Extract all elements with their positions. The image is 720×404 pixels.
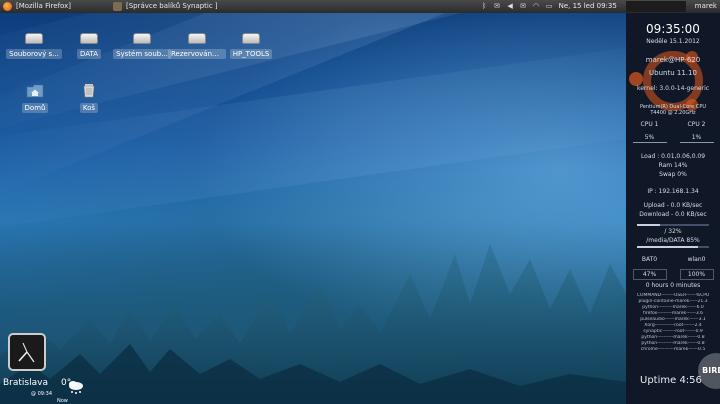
process-list: plugin-containe-marek-----21.3 python---… xyxy=(626,299,720,353)
cpu1-label: CPU 1 xyxy=(640,121,659,128)
drive-icon xyxy=(133,33,151,44)
disk-root-bar xyxy=(637,224,709,226)
panel-username[interactable]: marek xyxy=(695,0,717,13)
panel-clock[interactable]: Ne, 15 led 09:35 xyxy=(559,0,617,13)
home-folder-icon xyxy=(26,84,44,98)
conky-load: Load : 0.01,0.06,0.09 xyxy=(640,153,706,160)
conky-disk-root: / 32% xyxy=(664,228,682,235)
desktop-icon-label: Domů xyxy=(21,103,49,113)
snow-cloud-icon xyxy=(69,381,83,394)
conky-ram: Ram 14% xyxy=(658,162,688,169)
taskbar-item-label: [Mozilla Firefox] xyxy=(16,2,71,10)
desktop-icon-trash[interactable]: Koš xyxy=(60,82,118,117)
weather-updated-time: @ 09:34 xyxy=(31,391,52,397)
taskbar-item-label: [Správce balíků Synaptic ] xyxy=(125,2,218,10)
process-row: chrome----------marek------0.5 xyxy=(640,347,706,352)
battery-label: BAT0 xyxy=(641,256,658,263)
conky-cpu2: CPU 2 1% xyxy=(679,121,714,143)
conky-battery-time: 0 hours 0 minutes xyxy=(645,282,701,289)
conky-disk-data: /media/DATA 85% xyxy=(646,237,700,244)
desktop-icon-label: Souborový s... xyxy=(6,49,62,59)
conky-battery-wlan: BAT0 47% wlan0 100% xyxy=(626,256,720,280)
conky-time: 09:35:00 xyxy=(646,22,700,36)
conky-uptime: Uptime 4:56 xyxy=(640,375,702,386)
desktop-icon-label: Rezervováno ... xyxy=(168,49,226,59)
desktop-icon-home[interactable]: Domů xyxy=(6,82,64,117)
desktop-icon-souborovy-system[interactable]: Souborový s... xyxy=(5,29,63,63)
conky-ip: IP : 192.168.1.34 xyxy=(647,188,699,195)
wlan-value: 100% xyxy=(679,269,714,280)
drive-icon xyxy=(25,33,43,44)
conky-cpu-freq: T4400 @ 2.20GHz xyxy=(650,110,696,116)
battery-value: 47% xyxy=(632,269,667,280)
weather-condition: Now xyxy=(57,398,68,404)
disk-data-bar xyxy=(637,246,709,248)
desktop-icon-label: DATA xyxy=(76,49,102,59)
conky-cpu-grid: CPU 1 5% CPU 2 1% xyxy=(626,121,720,143)
desktop-icon-label: HP_TOOLS xyxy=(229,49,273,59)
battery-icon[interactable]: ▭ xyxy=(545,2,554,11)
bluetooth-icon[interactable]: ᛒ xyxy=(480,2,489,11)
conky-cpu1: CPU 1 5% xyxy=(632,121,667,143)
conky-battery: BAT0 47% xyxy=(632,256,667,280)
clock-hands-icon xyxy=(18,342,35,363)
taskbar-item-synaptic[interactable]: [Správce balíků Synaptic ] xyxy=(112,0,218,13)
conky-os: Ubuntu 11.10 xyxy=(649,69,697,77)
conky-date: Neděle 15.1.2012 xyxy=(646,38,700,45)
analog-clock-widget[interactable] xyxy=(8,333,46,371)
conky-wlan: wlan0 100% xyxy=(679,256,714,280)
firefox-icon xyxy=(3,2,12,11)
top-panel: [Mozilla Firefox] [Správce balíků Synapt… xyxy=(0,0,720,13)
panel-applet-area xyxy=(625,1,686,12)
taskbar-item-firefox[interactable]: [Mozilla Firefox] xyxy=(3,0,71,13)
desktop-icon-data[interactable]: DATA xyxy=(60,29,118,63)
drive-icon xyxy=(188,33,206,44)
trash-icon xyxy=(83,84,95,98)
cpu1-value: 5% xyxy=(632,134,667,143)
cpu2-value: 1% xyxy=(679,134,714,143)
messaging-icon[interactable]: ✉ xyxy=(519,2,528,11)
forest-silhouette xyxy=(0,244,626,404)
drive-icon xyxy=(242,33,260,44)
conky-download: Download - 0.0 KB/sec xyxy=(639,211,707,218)
desktop-icon-label: Systém soub... xyxy=(113,49,171,59)
wifi-icon[interactable]: ◠ xyxy=(532,2,541,11)
desktop-background: [Mozilla Firefox] [Správce balíků Synapt… xyxy=(0,0,720,404)
disk-root-bar-fill xyxy=(637,224,661,226)
synaptic-icon xyxy=(112,2,122,11)
mail-icon[interactable]: ✉ xyxy=(493,2,502,11)
weather-city: Bratislava xyxy=(3,378,48,388)
wlan-label: wlan0 xyxy=(687,256,706,263)
disk-data-bar-fill xyxy=(637,246,699,248)
desktop-icon-label: Koš xyxy=(79,103,99,113)
system-tray: ᛒ ✉ ◀ ✉ ◠ ▭ Ne, 15 led 09:35 marek xyxy=(478,0,720,13)
conky-host: marek@HP-620 xyxy=(645,56,701,64)
conky-upload: Upload - 0.0 KB/sec xyxy=(643,202,703,209)
desktop-icon-system-soubor[interactable]: Systém soub... xyxy=(113,29,171,63)
volume-icon[interactable]: ◀ xyxy=(506,2,515,11)
conky-system-monitor: 09:35:00 Neděle 15.1.2012 marek@HP-620 U… xyxy=(626,13,720,404)
conky-kernel: kernel: 3.0.0-14-generic xyxy=(636,85,710,92)
conky-swap: Swap 0% xyxy=(659,171,687,178)
cpu2-label: CPU 2 xyxy=(687,121,706,128)
desktop-icon-hp-tools[interactable]: HP_TOOLS xyxy=(222,29,280,63)
drive-icon xyxy=(80,33,98,44)
desktop-icon-rezervovano[interactable]: Rezervováno ... xyxy=(168,29,226,63)
